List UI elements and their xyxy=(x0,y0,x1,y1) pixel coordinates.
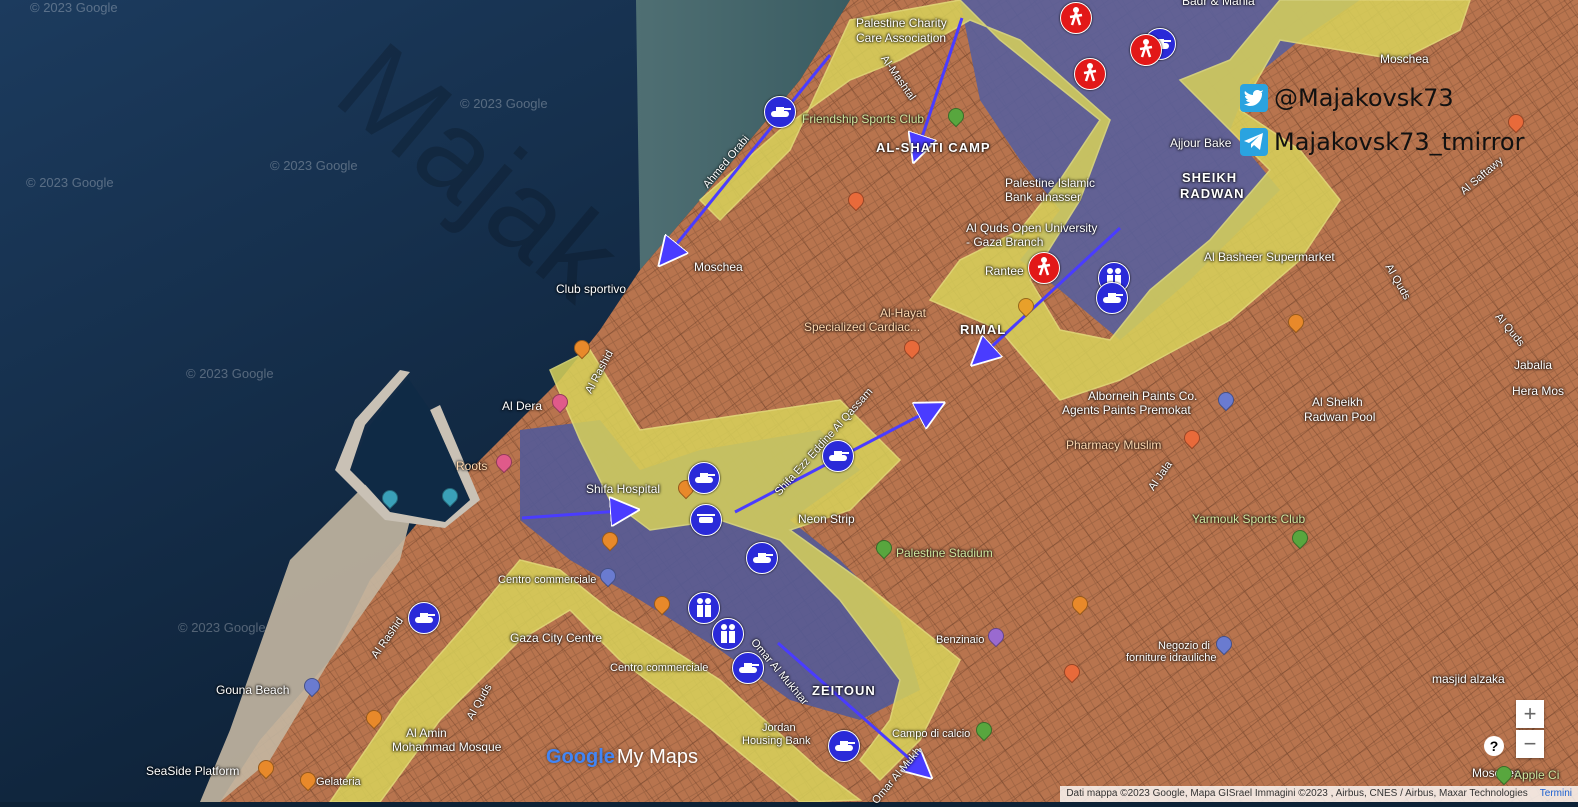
enemy-fighter-icon[interactable] xyxy=(1130,34,1162,66)
place-label: Jordan xyxy=(762,722,796,734)
place-label: Palestine Stadium xyxy=(896,546,993,560)
google-my-maps-logo: Google My Maps xyxy=(546,746,698,769)
place-label: Roots xyxy=(456,459,488,473)
area-label-rimal: RIMAL xyxy=(960,322,1007,337)
place-label: Negozio di xyxy=(1158,640,1210,652)
telegram-plane-icon xyxy=(1240,128,1268,156)
tank-unit-icon[interactable] xyxy=(732,652,764,684)
place-label: Al Amin xyxy=(406,726,447,740)
place-label: Friendship Sports Club xyxy=(802,112,925,126)
place-label: Al Quds Open University xyxy=(966,221,1098,235)
place-label: Radwan Pool xyxy=(1304,410,1376,424)
place-label: Gaza City Centre xyxy=(510,631,603,645)
place-label: Alborneih Paints Co. xyxy=(1088,389,1198,403)
place-label: Ajjour Bake xyxy=(1170,136,1232,150)
google-watermark: © 2023 Google xyxy=(460,96,548,111)
google-logo-text: Google xyxy=(546,746,615,768)
area-label-zeitoun: ZEITOUN xyxy=(812,683,876,698)
place-label: Hera Mos xyxy=(1512,384,1565,398)
twitter-handle: @Majakovsk73 xyxy=(1240,84,1454,112)
attribution-text: Dati mappa ©2023 Google, Mapa GISrael Im… xyxy=(1066,788,1528,799)
place-label: Al-Hayat xyxy=(880,306,927,320)
telegram-handle: Majakovsk73_tmirror xyxy=(1240,128,1524,156)
place-label: Centro commerciale xyxy=(498,574,597,586)
place-label: Agents Paints Premokat xyxy=(1062,403,1191,417)
map-attribution: Dati mappa ©2023 Google, Mapa GISrael Im… xyxy=(1060,786,1578,802)
place-label: Badr & Mania xyxy=(1182,0,1255,8)
place-label: Campo di calcio xyxy=(892,728,971,740)
terms-link[interactable]: Termini xyxy=(1540,788,1572,799)
place-label: Jabalia xyxy=(1514,358,1553,372)
place-label: Apple Ci xyxy=(1514,768,1560,782)
place-label: forniture idrauliche xyxy=(1126,652,1217,664)
tank-unit-icon[interactable] xyxy=(1096,282,1128,314)
place-label: Moschea xyxy=(694,260,743,274)
google-watermark: © 2023 Google xyxy=(270,158,358,173)
zoom-in-button[interactable]: + xyxy=(1516,700,1544,728)
place-label: SeaSide Platform xyxy=(146,764,240,778)
place-label: - Gaza Branch xyxy=(966,235,1044,249)
drone-unit-icon[interactable] xyxy=(690,504,722,536)
tank-unit-icon[interactable] xyxy=(408,602,440,634)
place-label: Benzinaio xyxy=(936,634,985,646)
place-label: Bank alnasser xyxy=(1005,190,1082,204)
infantry-unit-icon[interactable] xyxy=(712,618,744,650)
place-label: Pharmacy Muslim xyxy=(1066,438,1162,452)
telegram-handle-text: Majakovsk73_tmirror xyxy=(1274,128,1525,156)
place-label: Care Association xyxy=(856,31,947,45)
google-watermark: © 2023 Google xyxy=(26,175,114,190)
tank-unit-icon[interactable] xyxy=(688,462,720,494)
tank-unit-icon[interactable] xyxy=(828,730,860,762)
place-label: Rantee xyxy=(985,264,1024,278)
area-label-al-shati-camp: AL-SHATI CAMP xyxy=(876,140,991,155)
place-label: Mohammad Mosque xyxy=(392,740,502,754)
google-watermark: © 2023 Google xyxy=(186,366,274,381)
area-label-sheikh-radwan: RADWAN xyxy=(1180,186,1245,201)
place-label: Al Dera xyxy=(502,399,543,413)
place-label: masjid alzaka xyxy=(1432,672,1505,686)
place-label: Centro commerciale xyxy=(610,662,709,674)
place-label: Shifa Hospital xyxy=(586,482,661,496)
place-label: Specialized Cardiac... xyxy=(804,320,921,334)
place-label: Al Basheer Supermarket xyxy=(1204,250,1335,264)
place-label: Neon Strip xyxy=(798,512,855,526)
help-button[interactable]: ? xyxy=(1484,736,1504,756)
place-label: Club sportivo xyxy=(556,282,627,296)
twitter-bird-icon xyxy=(1240,84,1268,112)
enemy-fighter-icon[interactable] xyxy=(1060,2,1092,34)
google-watermark: © 2023 Google xyxy=(30,0,118,15)
tank-unit-icon[interactable] xyxy=(822,440,854,472)
place-label: Moschea xyxy=(1380,52,1429,66)
place-label: Al Sheikh xyxy=(1312,395,1363,409)
place-label: Gouna Beach xyxy=(216,683,290,697)
my-maps-text: My Maps xyxy=(616,746,699,768)
enemy-fighter-icon[interactable] xyxy=(1028,252,1060,284)
place-label: Yarmouk Sports Club xyxy=(1192,512,1306,526)
place-label: Palestine Islamic xyxy=(1005,176,1096,190)
place-label: Housing Bank xyxy=(742,735,811,747)
tank-unit-icon[interactable] xyxy=(746,542,778,574)
enemy-fighter-icon[interactable] xyxy=(1074,58,1106,90)
zoom-out-button[interactable]: − xyxy=(1516,730,1544,758)
area-label-sheikh-radwan: SHEIKH xyxy=(1182,170,1238,185)
tank-unit-icon[interactable] xyxy=(764,96,796,128)
place-label: Palestine Charity xyxy=(856,16,947,30)
place-label: Gelateria xyxy=(316,776,361,788)
google-watermark: © 2023 Google xyxy=(178,620,266,635)
twitter-handle-text: @Majakovsk73 xyxy=(1274,84,1454,112)
